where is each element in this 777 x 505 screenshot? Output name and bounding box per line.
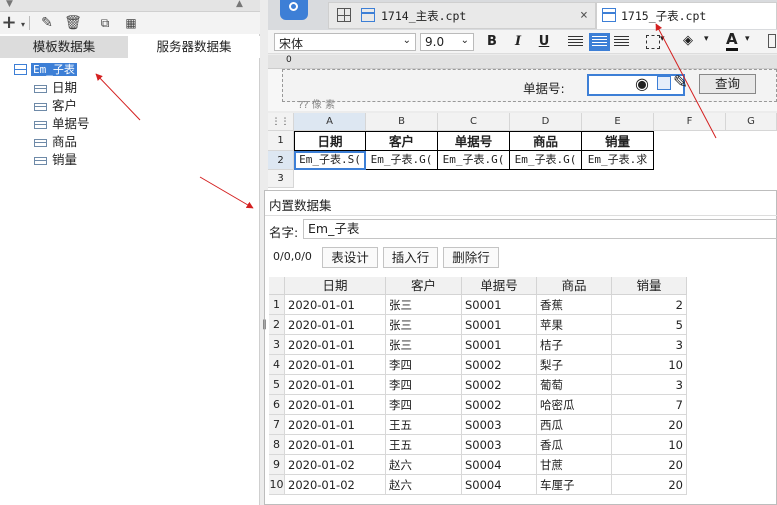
arrow-to-tab: [655, 23, 717, 139]
arrow-to-dialog: [199, 176, 254, 209]
arrow-to-dataset: [95, 73, 141, 121]
annotation-arrows: [95, 23, 717, 209]
